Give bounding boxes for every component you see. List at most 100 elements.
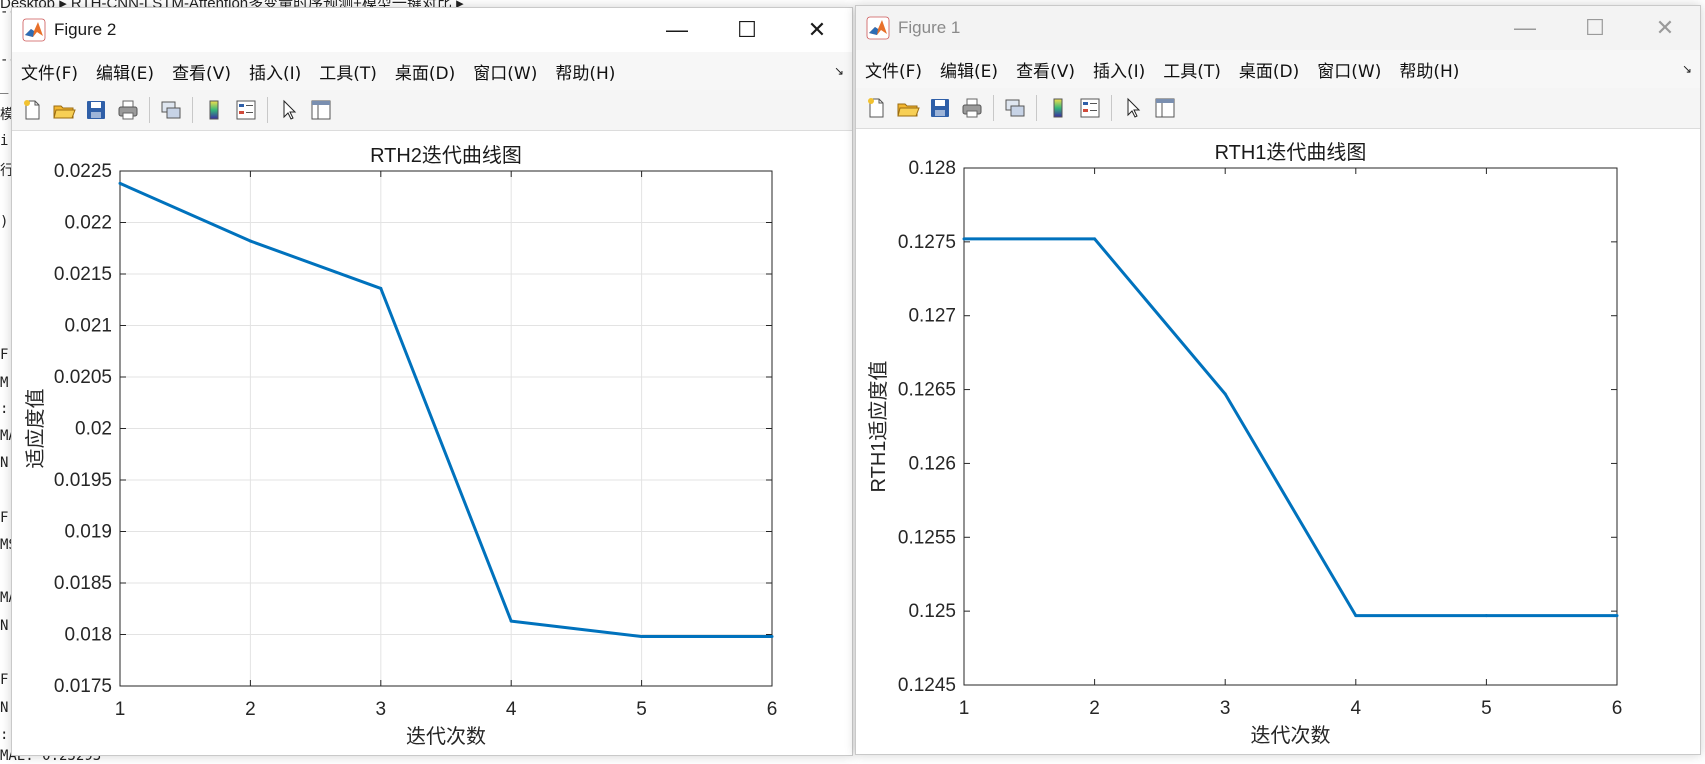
matlab-logo-icon (866, 16, 890, 40)
x-tick-label: 5 (636, 699, 647, 720)
y-tick-label: 0.127 (908, 306, 956, 327)
title-bar[interactable]: Figure 2 — ☐ ✕ (12, 8, 852, 52)
close-button[interactable]: ✕ (782, 8, 852, 52)
menu-window[interactable]: 窗口(W) (1308, 57, 1390, 82)
edit-plot-pointer-icon[interactable] (275, 96, 303, 124)
edit-plot-pointer-icon[interactable] (1119, 94, 1147, 122)
y-tick-label: 0.0205 (54, 367, 112, 388)
x-tick-label: 5 (1481, 698, 1492, 719)
x-tick-label: 6 (767, 699, 778, 720)
link-icon[interactable] (157, 96, 185, 124)
x-tick-label: 6 (1612, 698, 1623, 719)
y-axis-label: 适应度值 (24, 389, 47, 469)
x-tick-label: 4 (506, 699, 517, 720)
menu-bar: 文件(F) 编辑(E) 查看(V) 插入(I) 工具(T) 桌面(D) 窗口(W… (856, 50, 1700, 88)
y-tick-label: 0.0175 (54, 676, 112, 697)
chart-title: RTH2迭代曲线图 (370, 144, 522, 167)
menu-help[interactable]: 帮助(H) (1390, 57, 1468, 82)
close-button[interactable]: ✕ (1630, 6, 1700, 50)
toolbar-separator (192, 97, 193, 123)
matlab-logo-icon (22, 18, 46, 42)
print-icon[interactable] (114, 96, 142, 124)
new-figure-icon[interactable] (862, 94, 890, 122)
x-axis-label: 迭代次数 (1251, 724, 1331, 747)
y-tick-label: 0.0225 (54, 161, 112, 182)
colorbar-icon[interactable] (1044, 94, 1072, 122)
maximize-button[interactable]: ☐ (712, 8, 782, 52)
menu-bar: 文件(F) 编辑(E) 查看(V) 插入(I) 工具(T) 桌面(D) 窗口(W… (12, 52, 852, 90)
y-tick-label: 0.0195 (54, 470, 112, 491)
data-point (1223, 392, 1227, 396)
print-icon[interactable] (958, 94, 986, 122)
open-file-icon[interactable] (894, 94, 922, 122)
menu-window[interactable]: 窗口(W) (464, 59, 546, 84)
menu-view[interactable]: 查看(V) (1007, 57, 1084, 82)
data-point (1615, 614, 1619, 618)
maximize-button[interactable]: ☐ (1560, 6, 1630, 50)
y-tick-label: 0.1245 (898, 675, 956, 696)
y-tick-label: 0.019 (64, 522, 112, 543)
window-title: Figure 1 (898, 18, 961, 37)
open-file-icon[interactable] (50, 96, 78, 124)
rth2-iteration-chart[interactable]: 1 2 3 4 5 6 0.0175 0.018 0.0185 0.019 0.0195 0.02 0.… (12, 131, 850, 753)
dock-arrow-icon[interactable]: ↘ (834, 64, 844, 78)
menu-insert[interactable]: 插入(I) (1084, 57, 1154, 82)
link-icon[interactable] (1001, 94, 1029, 122)
menu-tools[interactable]: 工具(T) (310, 59, 386, 84)
console-fragment: : (0, 401, 9, 417)
menu-view[interactable]: 查看(V) (163, 59, 240, 84)
plot-area: 1 2 3 4 5 6 0.0175 0.018 0.0185 0.019 0.0195 0.02 0.… (12, 131, 852, 755)
console-fragment: F (0, 510, 9, 526)
figure-toolbar (12, 90, 852, 131)
console-fragment: i (0, 133, 9, 149)
y-tick-label: 0.021 (64, 316, 112, 337)
y-tick-label: 0.1275 (898, 232, 956, 253)
data-point (770, 635, 774, 639)
axes-background (964, 168, 1617, 685)
toolbar-separator (1111, 95, 1112, 121)
colorbar-icon[interactable] (200, 96, 228, 124)
menu-file[interactable]: 文件(F) (12, 59, 87, 84)
rth1-iteration-chart[interactable]: 1 2 3 4 5 6 0.1245 0.125 0.1255 0.126 0.1265 0.127 0… (856, 129, 1698, 752)
x-tick-label: 3 (376, 699, 387, 720)
console-fragment: _ (0, 78, 9, 94)
toolbar-separator (149, 97, 150, 123)
toolbar-separator (267, 97, 268, 123)
x-tick-label: 4 (1351, 698, 1362, 719)
y-tick-label: 0.018 (64, 625, 112, 646)
x-axis-label: 迭代次数 (406, 725, 486, 748)
toolbar-separator (993, 95, 994, 121)
x-tick-label: 1 (115, 699, 126, 720)
data-point (962, 237, 966, 241)
menu-help[interactable]: 帮助(H) (546, 59, 624, 84)
save-icon[interactable] (926, 94, 954, 122)
chart-title: RTH1迭代曲线图 (1215, 141, 1367, 164)
console-fragment: ) (0, 214, 9, 230)
title-bar[interactable]: Figure 1 — ☐ ✕ (856, 6, 1700, 50)
legend-icon[interactable] (232, 96, 260, 124)
new-figure-icon[interactable] (18, 96, 46, 124)
dock-arrow-icon[interactable]: ↘ (1682, 62, 1692, 76)
console-fragment: N (0, 455, 9, 471)
minimize-button[interactable]: — (642, 8, 712, 52)
menu-edit[interactable]: 编辑(E) (87, 59, 163, 84)
y-tick-label: 0.1265 (898, 380, 956, 401)
console-fragment: M (0, 375, 9, 391)
toolbar-separator (1036, 95, 1037, 121)
menu-desktop[interactable]: 桌面(D) (386, 59, 464, 84)
figure-1-window: Figure 1 — ☐ ✕ 文件(F) 编辑(E) 查看(V) 插入(I) 工… (855, 5, 1701, 755)
menu-edit[interactable]: 编辑(E) (931, 57, 1007, 82)
y-tick-label: 0.128 (908, 158, 956, 179)
y-tick-label: 0.126 (908, 453, 956, 474)
save-icon[interactable] (82, 96, 110, 124)
data-point (640, 635, 644, 639)
menu-tools[interactable]: 工具(T) (1154, 57, 1230, 82)
legend-icon[interactable] (1076, 94, 1104, 122)
minimize-button[interactable]: — (1490, 6, 1560, 50)
property-inspector-icon[interactable] (1151, 94, 1179, 122)
data-point (118, 181, 122, 185)
menu-file[interactable]: 文件(F) (856, 57, 931, 82)
menu-insert[interactable]: 插入(I) (240, 59, 310, 84)
menu-desktop[interactable]: 桌面(D) (1230, 57, 1308, 82)
property-inspector-icon[interactable] (307, 96, 335, 124)
